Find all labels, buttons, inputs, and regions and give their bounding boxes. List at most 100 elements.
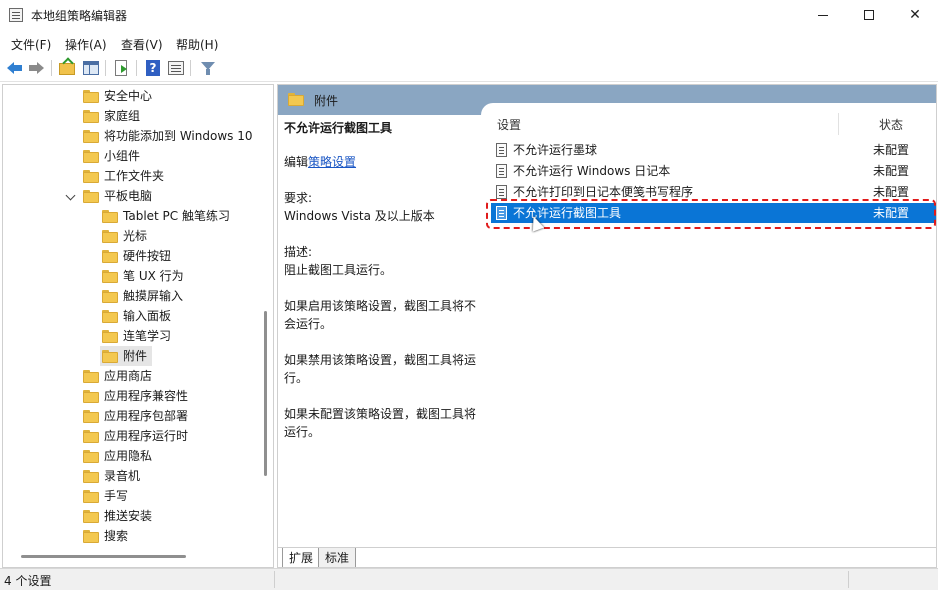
tree-item[interactable]: 将功能添加到 Windows 10 [81,126,271,146]
tree-item[interactable]: 手写 [81,486,231,506]
tree-item[interactable]: 笔 UX 行为 [100,266,250,286]
enabled-paragraph: 如果启用该策略设置，截图工具将不会运行。 [284,299,477,331]
tree-item-label: 附件 [123,349,148,363]
filter-button[interactable] [199,59,217,77]
up-one-level-button[interactable] [58,59,76,77]
tree-item[interactable]: 录音机 [81,466,231,486]
tree-item[interactable]: 输入面板 [100,306,250,326]
folder-icon [102,270,118,283]
tree-item[interactable]: 应用程序运行时 [81,426,231,446]
tree-item[interactable]: 应用程序包部署 [81,406,231,426]
tree-item-label: Tablet PC 触笔练习 [123,209,230,223]
tree-item-label: 输入面板 [123,309,172,323]
folder-icon [288,93,304,106]
folder-icon [102,250,118,263]
tree-horizontal-scrollbar[interactable] [21,555,186,558]
menu-help[interactable]: 帮助(H) [176,36,218,53]
folder-icon [83,410,99,423]
menu-action[interactable]: 操作(A) [65,36,107,53]
toolbar-separator [51,60,52,76]
tree-item-tablet[interactable]: 平板电脑 [81,186,231,206]
toolbar-separator [105,60,106,76]
tree-item[interactable]: 应用商店 [81,366,231,386]
tree-item-label: 硬件按钮 [123,249,172,263]
tree-item-label: 应用商店 [104,369,153,383]
status-divider [274,571,275,588]
tree-item-label: 应用程序运行时 [104,429,189,443]
tree-pane[interactable]: 安全中心 家庭组 将功能添加到 Windows 10 小组件 工作文件夹 平板电… [2,84,274,568]
toolbar-separator [190,60,191,76]
tree-item[interactable]: 小组件 [81,146,231,166]
window-title: 本地组策略编辑器 [31,9,128,23]
tree-item[interactable]: Tablet PC 触笔练习 [100,206,260,226]
folder-icon [102,350,118,363]
folder-icon [102,290,118,303]
maximize-icon [864,10,874,20]
close-button[interactable]: ✕ [892,0,938,31]
tree-item-label: 平板电脑 [104,189,153,203]
policy-row-name: 不允许运行 Windows 日记本 [513,164,671,178]
edit-prefix: 编辑 [284,155,309,169]
tree-item-label: 小组件 [104,149,141,163]
export-list-icon [115,60,127,76]
tree-item[interactable]: 硬件按钮 [100,246,250,266]
show-hide-tree-icon [83,61,99,75]
folder-icon [83,390,99,403]
properties-icon [168,61,184,75]
tree-item[interactable]: 家庭组 [81,106,231,126]
minimize-button[interactable] [800,0,846,31]
properties-button[interactable] [167,59,185,77]
minimize-icon [818,15,828,16]
tree-item[interactable]: 推送安装 [81,506,231,526]
tab-standard[interactable]: 标准 [318,548,357,567]
tree-item[interactable]: 应用程序兼容性 [81,386,231,406]
folder-icon [83,110,99,123]
tree-item[interactable]: 光标 [100,226,250,246]
folder-icon [83,190,99,203]
menu-view[interactable]: 查看(V) [121,36,163,53]
policy-row-state: 未配置 [873,143,910,157]
policy-settings-link[interactable]: 策略设置 [308,155,356,169]
tree-item[interactable]: 安全中心 [81,86,231,106]
policy-row[interactable]: 不允许运行 Windows 日记本 未配置 [491,161,936,181]
requirements-value: Windows Vista 及以上版本 [284,209,435,223]
details-header-title: 附件 [314,94,339,108]
tree-item[interactable]: 应用隐私 [81,446,231,466]
tree-item[interactable]: 连笔学习 [100,326,250,346]
settings-list: 设置 状态 不允许运行墨球 未配置 不允许运行 Windows 日记本 未配置 … [481,103,936,554]
tree-item-label: 推送安装 [104,509,153,523]
tree-item-label: 将功能添加到 Windows 10 [104,129,253,143]
maximize-button[interactable] [846,0,892,31]
column-divider[interactable] [838,113,839,135]
column-header-state[interactable]: 状态 [879,116,903,133]
tree-item-accessories[interactable]: 附件 [100,346,152,366]
folder-icon [102,310,118,323]
tab-extended[interactable]: 扩展 [282,548,321,567]
tree-item-label: 光标 [123,229,148,243]
policy-setting-icon [496,185,507,199]
tree-item-label: 应用程序包部署 [104,409,189,423]
show-hide-tree-button[interactable] [82,59,100,77]
column-header-setting[interactable]: 设置 [497,116,521,133]
requirements-block: 要求: Windows Vista 及以上版本 [284,189,479,225]
folder-icon [83,130,99,143]
tree-item[interactable]: 工作文件夹 [81,166,231,186]
tree-item-label: 搜索 [104,529,129,543]
tree-vertical-scrollbar[interactable] [264,311,267,476]
view-tabs: 扩展 标准 [278,547,936,567]
forward-button[interactable] [28,59,46,77]
policy-row[interactable]: 不允许运行墨球 未配置 [491,140,936,160]
back-button[interactable] [6,59,24,77]
toolbar-separator [136,60,137,76]
policy-row-name: 不允许运行墨球 [513,143,598,157]
tree-item[interactable]: 搜索 [81,526,231,546]
folder-icon [83,450,99,463]
tree-item-label: 手写 [104,489,129,503]
export-list-button[interactable] [113,59,131,77]
chevron-down-icon[interactable] [65,190,76,201]
help-button[interactable]: ? [144,59,162,77]
tree-item[interactable]: 触摸屏输入 [100,286,250,306]
help-icon: ? [146,60,160,76]
menu-file[interactable]: 文件(F) [11,36,51,53]
tree-item-label: 触摸屏输入 [123,289,184,303]
